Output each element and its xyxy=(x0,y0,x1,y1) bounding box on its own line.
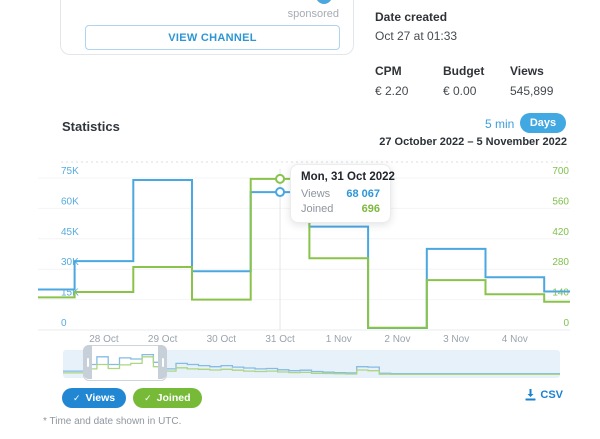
chart-tooltip: Mon, 31 Oct 2022 Views 68 067 Joined 696 xyxy=(290,164,391,223)
check-icon: ✓ xyxy=(144,393,152,404)
interval-5min-toggle[interactable]: 5 min xyxy=(485,117,514,131)
svg-text:420: 420 xyxy=(552,227,569,238)
tooltip-views-value: 68 067 xyxy=(346,188,380,200)
tooltip-date: Mon, 31 Oct 2022 xyxy=(301,171,380,183)
chart-legend: ✓ Views ✓ Joined xyxy=(62,388,202,408)
promo-card: sponsored VIEW CHANNEL xyxy=(60,0,354,55)
svg-text:60K: 60K xyxy=(61,196,79,207)
svg-text:2 Nov: 2 Nov xyxy=(384,334,410,345)
tooltip-joined-row: Joined 696 xyxy=(301,203,380,215)
metric-views: Views 545,899 xyxy=(510,64,553,98)
sponsored-label: sponsored xyxy=(288,8,339,20)
svg-text:280: 280 xyxy=(552,257,569,268)
view-channel-button[interactable]: VIEW CHANNEL xyxy=(85,25,340,50)
svg-text:140: 140 xyxy=(552,288,569,299)
svg-text:29 Oct: 29 Oct xyxy=(148,334,178,345)
legend-joined-label: Joined xyxy=(157,392,191,404)
svg-text:30 Oct: 30 Oct xyxy=(207,334,237,345)
tooltip-joined-label: Joined xyxy=(301,203,333,215)
svg-text:75K: 75K xyxy=(61,166,79,177)
svg-text:0: 0 xyxy=(563,318,569,329)
tooltip-views-row: Views 68 067 xyxy=(301,188,380,200)
interval-days-toggle[interactable]: Days xyxy=(520,113,566,133)
legend-joined-toggle[interactable]: ✓ Joined xyxy=(133,388,201,408)
download-csv-button[interactable]: CSV xyxy=(525,389,563,401)
tooltip-joined-value: 696 xyxy=(362,203,380,215)
minimap-canvas xyxy=(63,346,560,382)
svg-text:28 Oct: 28 Oct xyxy=(89,334,119,345)
svg-text:700: 700 xyxy=(552,166,569,177)
statistics-title: Statistics xyxy=(62,119,120,134)
minimap-right-handle[interactable] xyxy=(158,345,167,379)
metric-budget: Budget € 0.00 xyxy=(443,64,510,98)
csv-label: CSV xyxy=(540,389,563,401)
metric-label: Budget xyxy=(443,64,510,78)
svg-text:45K: 45K xyxy=(61,227,79,238)
chart-date-range: 27 October 2022 – 5 November 2022 xyxy=(379,136,567,148)
metric-value: € 0.00 xyxy=(443,84,510,98)
legend-views-toggle[interactable]: ✓ Views xyxy=(62,388,126,408)
legend-views-label: Views xyxy=(86,392,116,404)
svg-text:30K: 30K xyxy=(61,257,79,268)
check-icon: ✓ xyxy=(73,393,81,404)
utc-footnote: * Time and date shown in UTC. xyxy=(43,416,181,427)
metric-cpm: CPM € 2.20 xyxy=(375,64,443,98)
metric-value: € 2.20 xyxy=(375,84,443,98)
views-joined-chart[interactable]: 0015K14030K28045K42060K56075K70028 Oct29… xyxy=(38,155,578,347)
date-created-label: Date created xyxy=(375,10,585,24)
svg-text:3 Nov: 3 Nov xyxy=(443,334,469,345)
metrics-row: CPM € 2.20 Budget € 0.00 Views 545,899 xyxy=(375,64,585,98)
date-created-value: Oct 27 at 01:33 xyxy=(375,29,585,43)
svg-text:4 Nov: 4 Nov xyxy=(502,334,528,345)
svg-text:0: 0 xyxy=(61,318,67,329)
metric-value: 545,899 xyxy=(510,84,553,98)
svg-text:1 Nov: 1 Nov xyxy=(326,334,352,345)
minimap-left-handle[interactable] xyxy=(83,345,92,379)
download-icon xyxy=(525,389,536,401)
info-panel: Date created Oct 27 at 01:33 CPM € 2.20 … xyxy=(375,10,585,98)
metric-label: Views xyxy=(510,64,553,78)
tooltip-views-label: Views xyxy=(301,188,330,200)
channel-avatar-icon xyxy=(314,0,334,6)
svg-text:560: 560 xyxy=(552,196,569,207)
metric-label: CPM xyxy=(375,64,443,78)
svg-text:31 Oct: 31 Oct xyxy=(265,334,295,345)
chart-minimap[interactable] xyxy=(63,350,560,378)
